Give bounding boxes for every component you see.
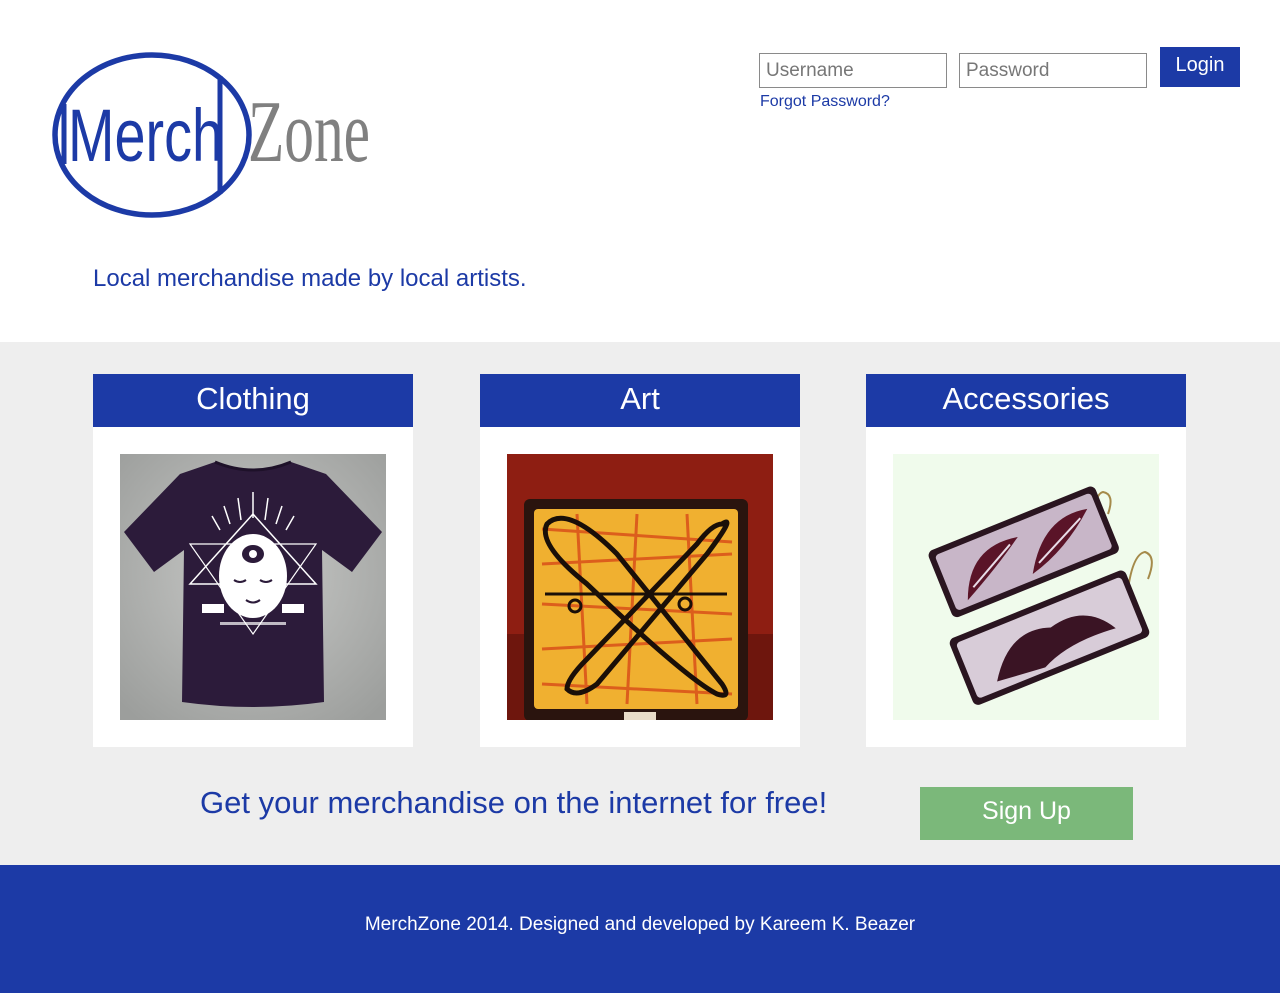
painting-image[interactable] (507, 454, 773, 720)
t-shirt-image[interactable] (120, 454, 386, 720)
categories-section: Clothing Art Accessories Get your mercha… (0, 342, 1280, 865)
footer: MerchZone 2014. Designed and developed b… (0, 865, 1280, 993)
category-card-art[interactable]: Art (480, 374, 800, 747)
earrings-image[interactable] (893, 454, 1159, 720)
category-card-accessories[interactable]: Accessories (866, 374, 1186, 747)
sign-up-button[interactable]: Sign Up (920, 787, 1133, 840)
category-title-clothing: Clothing (93, 374, 413, 427)
logo-text-zone: Zone (248, 84, 370, 181)
category-title-accessories: Accessories (866, 374, 1186, 427)
header: Merch Zone Local merchandise made by loc… (0, 0, 1280, 342)
forgot-password-link[interactable]: Forgot Password? (760, 93, 890, 111)
username-input[interactable] (759, 53, 947, 88)
tagline: Local merchandise made by local artists. (93, 265, 527, 292)
password-input[interactable] (959, 53, 1147, 88)
category-card-clothing[interactable]: Clothing (93, 374, 413, 747)
category-title-art: Art (480, 374, 800, 427)
login-button[interactable]: Login (1160, 47, 1240, 87)
promo-text: Get your merchandise on the internet for… (200, 785, 828, 820)
footer-text: MerchZone 2014. Designed and developed b… (364, 914, 916, 935)
logo-text-merch: Merch (68, 94, 223, 177)
merchzone-logo[interactable]: Merch Zone (50, 46, 380, 224)
